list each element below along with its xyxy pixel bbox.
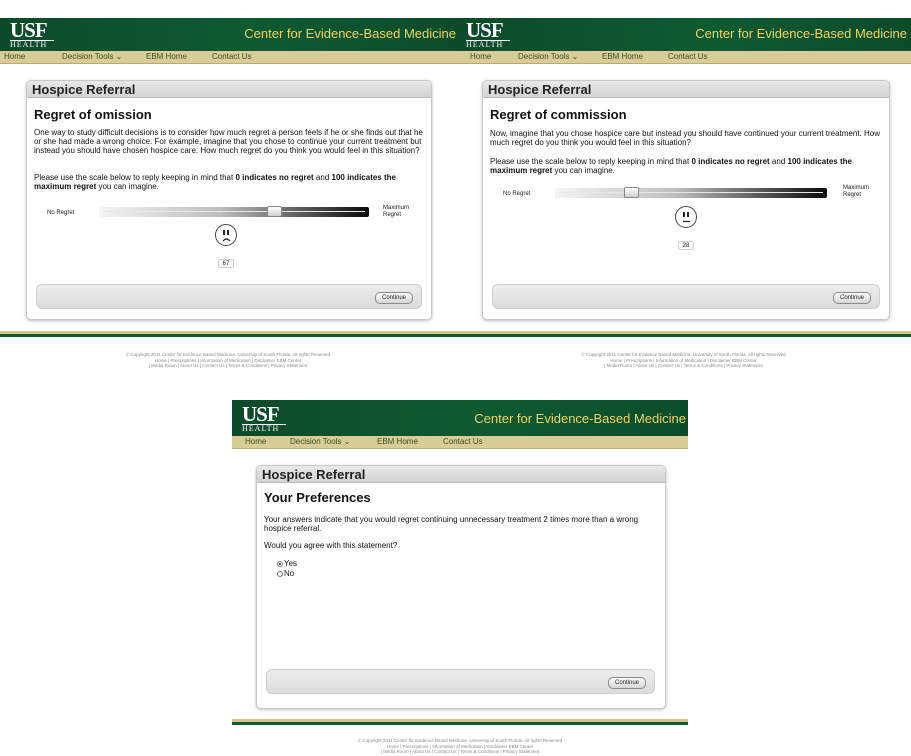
continue-button[interactable]: Continue bbox=[375, 292, 413, 304]
scale-min-label: No Regret bbox=[503, 191, 531, 197]
action-bar: Continue bbox=[492, 284, 880, 309]
card-header: Hospice Referral bbox=[257, 466, 665, 483]
content-card: Hospice Referral Your Preferences Your a… bbox=[256, 465, 666, 709]
site-banner: USF HEALTH Center for Evidence-Based Med… bbox=[456, 18, 911, 51]
nav-home[interactable]: Home bbox=[245, 437, 266, 446]
nav-contact-us[interactable]: Contact Us bbox=[443, 437, 483, 446]
nav-contact-us[interactable]: Contact Us bbox=[212, 52, 252, 61]
nav-contact-us[interactable]: Contact Us bbox=[668, 52, 708, 61]
section-title: Your Preferences bbox=[264, 490, 371, 505]
site-footer: © Copyright 2011 Center for Evidence Bas… bbox=[0, 352, 456, 369]
site-footer: © Copyright 2011 Center for Evidence Bas… bbox=[232, 738, 688, 755]
card-header-title: Hospice Referral bbox=[32, 82, 136, 97]
slider-value: 67 bbox=[218, 259, 234, 268]
card-header: Hospice Referral bbox=[27, 81, 431, 98]
site-title: Center for Evidence-Based Medicine bbox=[695, 26, 907, 41]
nav-ebm-home[interactable]: EBM Home bbox=[377, 437, 418, 446]
site-title: Center for Evidence-Based Medicine bbox=[244, 26, 456, 41]
card-header: Hospice Referral bbox=[483, 81, 889, 98]
option-yes[interactable]: Yes bbox=[277, 559, 297, 568]
card-header-title: Hospice Referral bbox=[488, 82, 592, 97]
regret-slider[interactable] bbox=[555, 187, 827, 198]
screenshot-regret-commission: USF HEALTH Center for Evidence-Based Med… bbox=[456, 0, 911, 380]
footer-stripe-green bbox=[456, 334, 911, 337]
content-card: Hospice Referral Regret of commission No… bbox=[482, 80, 890, 320]
nav-decision-tools[interactable]: Decision Tools ⌄ bbox=[62, 52, 122, 61]
main-nav: Home Decision Tools ⌄ EBM Home Contact U… bbox=[456, 51, 911, 64]
footer-links[interactable]: | Media Room | About Us | Contact Us | T… bbox=[232, 749, 688, 755]
nav-ebm-home[interactable]: EBM Home bbox=[602, 52, 643, 61]
continue-button[interactable]: Continue bbox=[608, 677, 646, 689]
intro-paragraph: One way to study difficult decisions is … bbox=[34, 128, 423, 155]
agreement-question: Would you agree with this statement? bbox=[264, 541, 398, 550]
usf-health-logo[interactable]: USF HEALTH bbox=[242, 404, 288, 433]
regret-slider[interactable] bbox=[99, 206, 369, 217]
radio-yes[interactable] bbox=[277, 561, 283, 567]
scale-max-label: Maximum Regret bbox=[383, 205, 410, 218]
site-footer: © Copyright 2011 Center for Evidence Bas… bbox=[456, 352, 911, 369]
nav-ebm-home[interactable]: EBM Home bbox=[146, 52, 187, 61]
nav-home[interactable]: Home bbox=[4, 52, 25, 61]
scale-instruction: Please use the scale below to reply keep… bbox=[34, 173, 396, 191]
radio-no[interactable] bbox=[277, 571, 283, 577]
footer-links[interactable]: | Media Room | About Us | Contact Us | T… bbox=[456, 363, 911, 369]
card-header-title: Hospice Referral bbox=[262, 467, 366, 482]
action-bar: Continue bbox=[36, 284, 422, 309]
content-card: Hospice Referral Regret of omission One … bbox=[26, 80, 432, 320]
scale-max-label: Maximum Regret bbox=[843, 185, 870, 198]
slider-value: 28 bbox=[678, 241, 694, 250]
continue-button[interactable]: Continue bbox=[833, 292, 871, 304]
slider-thumb[interactable] bbox=[267, 206, 282, 217]
usf-health-logo[interactable]: USF HEALTH bbox=[466, 20, 512, 49]
screenshot-regret-omission: USF HEALTH Center for Evidence-Based Med… bbox=[0, 0, 456, 380]
section-title: Regret of commission bbox=[490, 107, 627, 122]
site-banner: USF HEALTH Center for Evidence-Based Med… bbox=[232, 400, 688, 436]
action-bar: Continue bbox=[266, 669, 655, 694]
section-title: Regret of omission bbox=[34, 107, 152, 122]
site-banner: USF HEALTH Center for Evidence-Based Med… bbox=[0, 18, 456, 51]
scale-instruction: Please use the scale below to reply keep… bbox=[490, 157, 852, 175]
neutral-face-icon bbox=[675, 206, 697, 228]
footer-links[interactable]: | Media Room | About Us | Contact Us | T… bbox=[0, 363, 456, 369]
site-title: Center for Evidence-Based Medicine bbox=[474, 411, 686, 426]
nav-decision-tools[interactable]: Decision Tools ⌄ bbox=[290, 437, 350, 446]
nav-decision-tools[interactable]: Decision Tools ⌄ bbox=[518, 52, 578, 61]
footer-stripe-green bbox=[232, 722, 688, 725]
footer-stripe-green bbox=[0, 334, 456, 337]
screenshot-your-preferences: USF HEALTH Center for Evidence-Based Med… bbox=[232, 400, 688, 756]
slider-thumb[interactable] bbox=[624, 187, 639, 198]
main-nav: Home Decision Tools ⌄ EBM Home Contact U… bbox=[0, 51, 456, 64]
sad-face-icon bbox=[215, 224, 237, 246]
intro-paragraph: Now, imagine that you chose hospice care… bbox=[490, 129, 881, 147]
result-paragraph: Your answers indicate that you would reg… bbox=[264, 515, 639, 533]
main-nav: Home Decision Tools ⌄ EBM Home Contact U… bbox=[232, 436, 688, 449]
nav-home[interactable]: Home bbox=[470, 52, 491, 61]
option-no[interactable]: No bbox=[277, 569, 294, 578]
usf-health-logo[interactable]: USF HEALTH bbox=[10, 20, 56, 49]
scale-min-label: No Regret bbox=[47, 210, 75, 216]
